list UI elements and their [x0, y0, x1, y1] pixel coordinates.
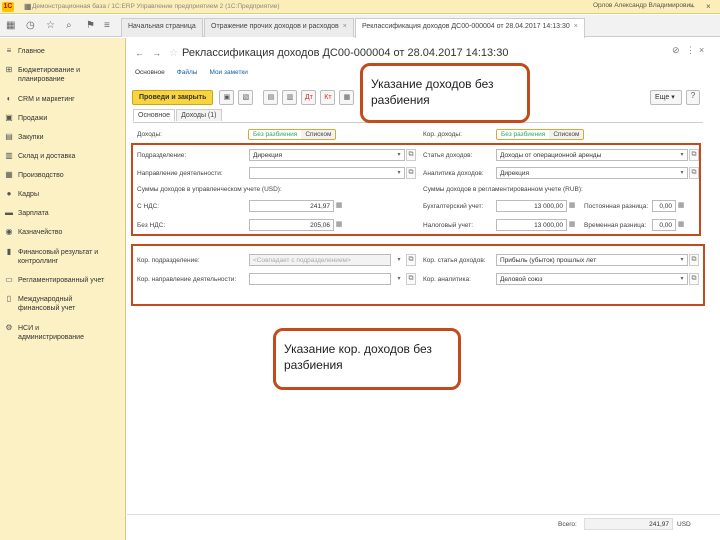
form-navigation: Основное Файлы Мои заметки — [135, 69, 260, 76]
page-title: Реклассификация доходов ДС00-000004 от 2… — [181, 47, 509, 59]
nav-notes[interactable]: Мои заметки — [209, 69, 247, 76]
callout-cor-income: Указание кор. доходов без разбиения — [273, 328, 461, 390]
income-list-option[interactable]: Списком — [301, 130, 336, 139]
income-mode-switch: Без разбиения Списком — [248, 129, 337, 140]
crm-icon: ◐ — [6, 94, 12, 103]
user-name[interactable]: Орлов Александр Владимирович — [593, 2, 693, 9]
international-icon: ▯ — [6, 294, 12, 303]
toolbar: Проведи и закрыть ▣ ▧ ▤ ▥ Дт Кт ▦ — [132, 90, 358, 105]
budget-icon: ⊞ — [5, 65, 13, 74]
purchases-icon: ▤ — [5, 132, 13, 141]
sidebar-item-main[interactable]: ≡ Главное — [0, 46, 126, 56]
sidebar: ≡ Главное ⊞ Бюджетирование и планирование … — [0, 38, 126, 540]
callout-cor-income-text: Указание кор. доходов без разбиения — [284, 342, 432, 372]
grid-icon[interactable]: ▦ — [6, 20, 15, 31]
divider — [127, 514, 720, 515]
sidebar-item-purchases[interactable]: ▤ Закупки — [0, 132, 126, 142]
sidebar-item-production[interactable]: ▦ Производство — [0, 170, 126, 180]
total-field: 241,97 — [584, 518, 673, 530]
treasury-icon: ◉ — [5, 227, 13, 236]
warehouse-icon: ▥ — [5, 151, 13, 160]
cor-income-list-option[interactable]: Списком — [549, 130, 584, 139]
callout-income: Указание доходов без разбиения — [360, 63, 530, 123]
close-icon[interactable]: × — [574, 23, 578, 30]
total-label: Всего: — [558, 521, 577, 528]
apps-icon[interactable]: ▦ — [24, 2, 32, 11]
open-windows-bar: ▦ ◷ ☆ ⌕ ⚑ ≡ Начальная страница Отражение… — [0, 15, 720, 38]
sidebar-item-warehouse[interactable]: ▥ Склад и доставка — [0, 151, 126, 161]
sidebar-item-admin[interactable]: ⚙ НСИ и администрирование — [0, 323, 126, 342]
sidebar-item-accounting[interactable]: ▭ Регламентированный учет — [0, 275, 126, 285]
income-highlight-box — [131, 143, 701, 236]
post-icon[interactable]: ▧ — [238, 90, 254, 105]
search-icon[interactable]: ⌕ — [66, 20, 72, 31]
sidebar-item-hr[interactable]: ● Кадры — [0, 189, 126, 199]
close-icon[interactable]: × — [343, 23, 347, 30]
sidebar-item-international[interactable]: ▯ Международный финансовый учет — [0, 294, 126, 313]
print-icon[interactable]: ▦ — [339, 90, 355, 105]
tab-reclassification[interactable]: Реклассификация доходов ДС00-000004 от 2… — [355, 18, 585, 38]
save-icon[interactable]: ▣ — [219, 90, 235, 105]
callout-income-text: Указание доходов без разбиения — [371, 77, 494, 107]
hr-icon: ● — [6, 189, 12, 198]
more-button[interactable]: Еще ▾ — [650, 90, 682, 105]
production-icon: ▦ — [5, 170, 13, 179]
salary-icon: ▬ — [5, 208, 13, 217]
sidebar-item-crm[interactable]: ◐ CRM и маркетинг — [0, 94, 126, 104]
admin-icon: ⚙ — [5, 323, 13, 332]
menu-icon[interactable]: ≡ — [104, 20, 110, 31]
total-currency: USD — [677, 521, 691, 528]
minimize-icon[interactable]: – — [690, 2, 694, 11]
tab-income[interactable]: Доходы (1) — [176, 109, 222, 121]
debit-credit-icon[interactable]: Дт — [301, 90, 317, 105]
title-bar: 1С ▦ Демонстрационная база / 1С:ERP Упра… — [0, 0, 720, 14]
transactions-icon[interactable]: Кт — [320, 90, 336, 105]
post-and-close-button[interactable]: Проведи и закрыть — [132, 90, 214, 105]
tab-other-income[interactable]: Отражение прочих доходов и расходов × — [204, 18, 354, 37]
favorites-icon[interactable]: ☆ — [46, 20, 55, 31]
sidebar-item-finance[interactable]: ▮ Финансовый результат и контроллинг — [0, 247, 126, 266]
form-tabs: Основное Доходы (1) — [133, 109, 223, 121]
cor-income-mode-switch: Без разбиения Списком — [496, 129, 585, 140]
window-title: Демонстрационная база / 1С:ERP Управлени… — [32, 3, 280, 10]
close-form-icon[interactable]: × — [699, 45, 704, 55]
back-arrow-icon[interactable]: ← — [135, 48, 147, 59]
sidebar-item-treasury[interactable]: ◉ Казначейство — [0, 227, 126, 237]
more-options-icon[interactable]: ⋮ — [686, 45, 695, 56]
favorite-star-icon[interactable]: ☆ — [169, 48, 178, 59]
sales-icon: ▣ — [5, 113, 13, 122]
sidebar-item-budget[interactable]: ⊞ Бюджетирование и планирование — [0, 65, 126, 84]
cor-income-label: Кор. доходы: — [423, 131, 462, 138]
nav-files[interactable]: Файлы — [177, 69, 198, 76]
finance-icon: ▮ — [6, 247, 12, 256]
menu-icon: ≡ — [6, 46, 12, 55]
forward-arrow-icon[interactable]: → — [152, 48, 164, 59]
journal-icon[interactable]: ▤ — [263, 90, 279, 105]
sidebar-item-salary[interactable]: ▬ Зарплата — [0, 208, 126, 218]
nav-main[interactable]: Основное — [135, 69, 165, 76]
help-button[interactable]: ? — [686, 90, 700, 105]
notifications-icon[interactable]: ⚑ — [86, 20, 95, 31]
sidebar-item-sales[interactable]: ▣ Продажи — [0, 113, 126, 123]
form-header: ← → ☆ Реклассификация доходов ДС00-00000… — [135, 47, 508, 59]
cor-income-nosplit-option[interactable]: Без разбиения — [497, 130, 550, 139]
income-label: Доходы: — [137, 131, 162, 138]
income-nosplit-option[interactable]: Без разбиения — [249, 130, 302, 139]
cor-income-highlight-box — [131, 244, 705, 306]
form-footer: Всего: 241,97 USD — [127, 514, 720, 540]
report-icon[interactable]: ▥ — [282, 90, 298, 105]
accounting-icon: ▭ — [5, 275, 13, 284]
tab-home[interactable]: Начальная страница — [121, 18, 203, 37]
close-icon[interactable]: × — [706, 2, 711, 11]
tab-main[interactable]: Основное — [133, 109, 176, 121]
app-logo-icon[interactable]: 1С — [2, 1, 14, 12]
link-icon[interactable]: ⊘ — [672, 45, 680, 56]
history-icon[interactable]: ◷ — [26, 20, 35, 31]
